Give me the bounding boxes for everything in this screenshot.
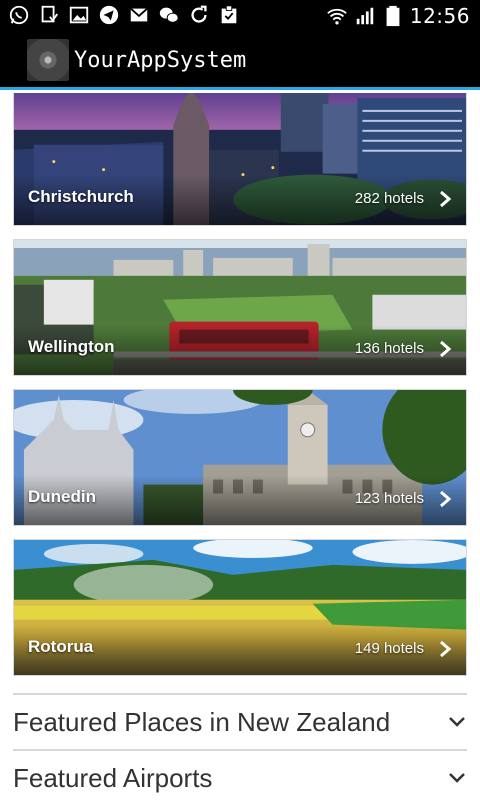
section-featured-airports[interactable]: Featured Airports	[13, 749, 467, 800]
chevron-right-icon	[440, 190, 452, 208]
chevron-right-icon	[440, 490, 452, 508]
main-content[interactable]: Christchurch 282 hotels Wellington 136 h…	[0, 93, 480, 800]
hotel-count: 149 hotels	[354, 640, 424, 657]
city-name: Wellington	[28, 337, 115, 356]
image-icon	[68, 4, 90, 26]
city-card-dunedin[interactable]: Dunedin 123 hotels	[13, 389, 467, 526]
action-bar: YourAppSystem	[0, 32, 480, 90]
wifi-icon	[326, 5, 348, 27]
section-featured-places[interactable]: Featured Places in New Zealand	[13, 693, 467, 749]
clipboard-icon	[218, 4, 240, 26]
chevron-down-icon	[449, 773, 465, 783]
sync-icon	[188, 4, 210, 26]
city-name: Rotorua	[28, 637, 94, 656]
chevron-right-icon	[440, 340, 452, 358]
app-logo[interactable]	[27, 39, 69, 81]
city-card-rotorua[interactable]: Rotorua 149 hotels	[13, 539, 467, 676]
telegram-icon	[98, 4, 120, 26]
whatsapp-icon	[8, 4, 30, 26]
city-card-christchurch[interactable]: Christchurch 282 hotels	[13, 93, 467, 226]
section-title: Featured Airports	[13, 763, 213, 793]
app-title: YourAppSystem	[74, 48, 247, 73]
system-indicators: 12:56	[326, 4, 470, 28]
hotel-count: 123 hotels	[354, 490, 424, 507]
mail-icon	[128, 4, 150, 26]
status-bar: 12:56	[0, 0, 480, 32]
notification-icons	[8, 4, 240, 26]
city-name: Dunedin	[28, 487, 96, 506]
chevron-right-icon	[440, 640, 452, 658]
wechat-icon	[158, 4, 180, 26]
chevron-down-icon	[449, 717, 465, 727]
clock: 12:56	[409, 4, 470, 28]
section-title: Featured Places in New Zealand	[13, 707, 391, 737]
hotel-count: 136 hotels	[354, 340, 424, 357]
download-icon	[38, 4, 60, 26]
battery-icon	[382, 5, 404, 27]
city-card-wellington[interactable]: Wellington 136 hotels	[13, 239, 467, 376]
signal-icon	[354, 5, 376, 27]
city-name: Christchurch	[28, 187, 134, 206]
hotel-count: 282 hotels	[354, 190, 424, 207]
